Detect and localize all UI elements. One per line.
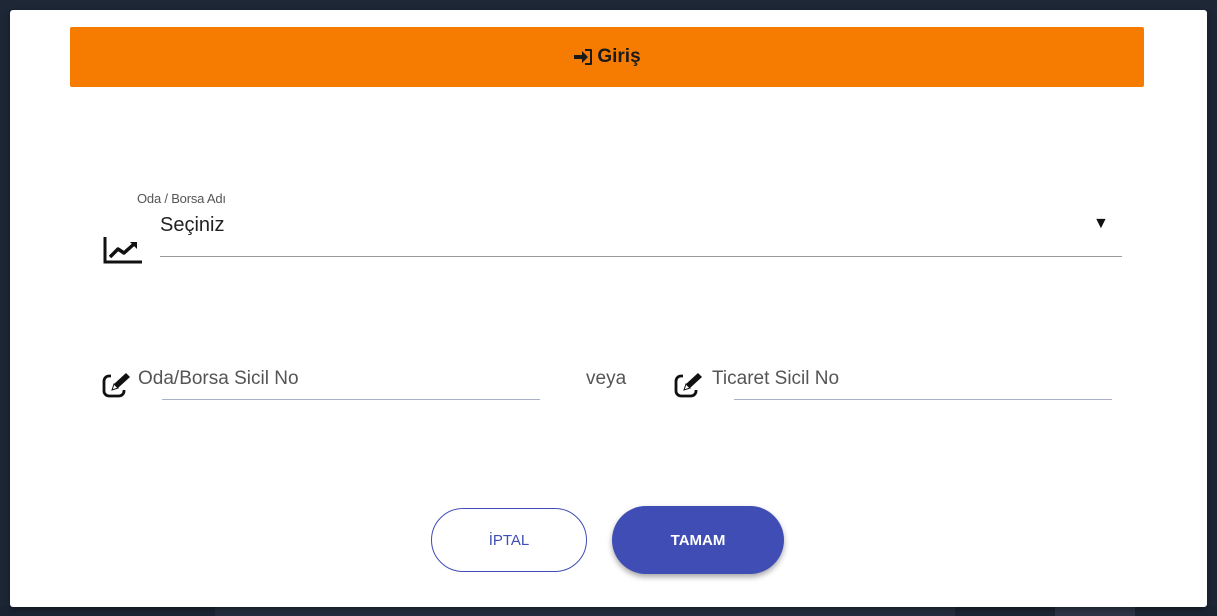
edit-icon [102, 370, 134, 400]
chart-line-icon [102, 235, 144, 265]
chamber-select-label: Oda / Borsa Adı [137, 191, 226, 206]
backdrop-strip [1055, 606, 1135, 616]
select-underline [160, 256, 1122, 257]
backdrop-right [1207, 12, 1217, 606]
backdrop-left [0, 12, 10, 606]
cancel-button[interactable]: İPTAL [431, 508, 587, 572]
backdrop-strip [215, 606, 955, 616]
edit-icon [674, 370, 706, 400]
separator-text: veya [586, 368, 627, 389]
trade-registry-input[interactable] [712, 364, 1112, 394]
chamber-registry-underline [162, 399, 540, 400]
chevron-down-icon[interactable]: ▼ [1093, 215, 1109, 233]
chamber-select-value[interactable]: Seçiniz [160, 214, 224, 237]
chamber-registry-input[interactable] [138, 364, 540, 394]
sign-in-icon [573, 48, 593, 66]
trade-registry-underline [734, 399, 1112, 400]
login-dialog: Giriş Oda / Borsa Adı Seçiniz ▼ veya [10, 10, 1207, 607]
ok-button[interactable]: TAMAM [612, 506, 784, 574]
dialog-title: Giriş [597, 46, 641, 67]
backdrop-bottom [0, 606, 1217, 616]
dialog-header: Giriş [70, 27, 1144, 87]
